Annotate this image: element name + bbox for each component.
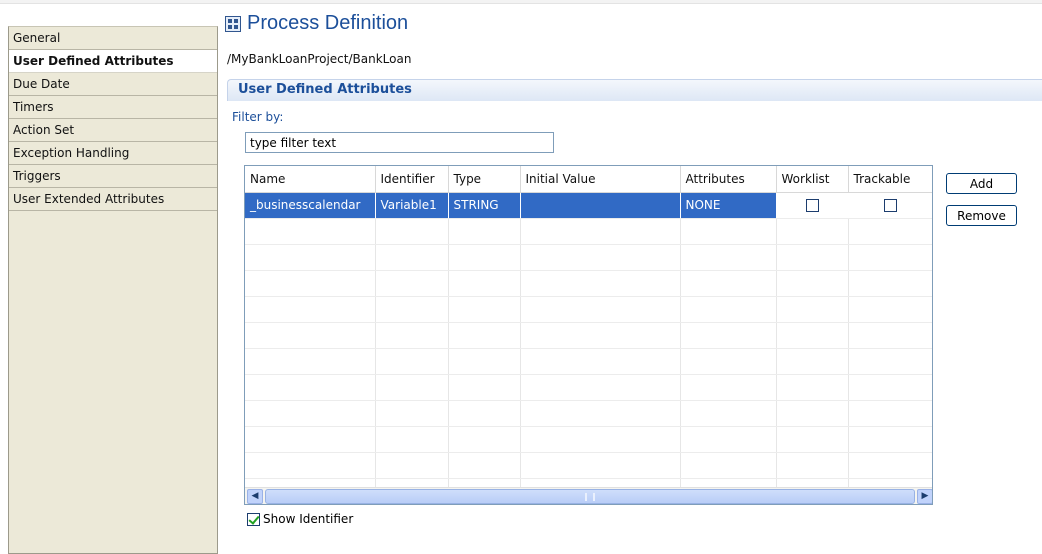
empty-row (245, 244, 932, 271)
tab-action-set[interactable]: Action Set (9, 119, 217, 142)
tab-user-defined-attributes[interactable]: User Defined Attributes (9, 50, 217, 73)
empty-row (245, 374, 932, 401)
show-identifier-label: Show Identifier (263, 512, 354, 526)
title-row: Process Definition (225, 12, 408, 35)
cell-type[interactable]: STRING (448, 192, 521, 219)
cell-initial-value[interactable] (520, 192, 681, 219)
cell-attributes[interactable]: NONE (680, 192, 777, 219)
show-identifier-checkbox[interactable] (247, 512, 260, 526)
tab-user-extended-attributes[interactable]: User Extended Attributes (9, 188, 217, 211)
column-header-trackable[interactable]: Trackable (848, 166, 932, 193)
table-row[interactable]: _businesscalendar Variable1 STRING NONE (245, 192, 932, 219)
cell-name[interactable]: _businesscalendar (245, 192, 376, 219)
column-header-initial-value[interactable]: Initial Value (520, 166, 681, 193)
tab-triggers[interactable]: Triggers (9, 165, 217, 188)
tab-exception-handling[interactable]: Exception Handling (9, 142, 217, 165)
attributes-table: Name Identifier Type Initial Value Attri… (244, 165, 933, 505)
section-title: User Defined Attributes (238, 82, 412, 97)
empty-row (245, 322, 932, 349)
process-definition-icon (225, 15, 241, 32)
column-header-type[interactable]: Type (448, 166, 521, 193)
cell-identifier[interactable]: Variable1 (375, 192, 449, 219)
empty-row (245, 348, 932, 375)
table-header-row: Name Identifier Type Initial Value Attri… (245, 166, 932, 193)
page-title: Process Definition (247, 12, 409, 34)
tab-general[interactable]: General (9, 27, 217, 50)
column-header-worklist[interactable]: Worklist (776, 166, 849, 193)
worklist-checkbox[interactable] (805, 199, 819, 212)
empty-row (245, 426, 932, 453)
empty-row (245, 218, 932, 245)
empty-row (245, 296, 932, 323)
empty-row (245, 400, 932, 427)
tab-due-date[interactable]: Due Date (9, 73, 217, 96)
remove-button[interactable]: Remove (946, 205, 1017, 226)
show-identifier-option[interactable]: Show Identifier (247, 512, 353, 526)
column-header-attributes[interactable]: Attributes (680, 166, 777, 193)
empty-row (245, 452, 932, 479)
property-tabs: General User Defined Attributes Due Date… (8, 26, 218, 554)
column-header-name[interactable]: Name (245, 166, 376, 193)
scroll-left-icon[interactable]: ◀ (247, 489, 263, 504)
cell-trackable[interactable] (848, 192, 932, 219)
filter-label: Filter by: (232, 110, 284, 124)
scroll-right-icon[interactable]: ▶ (917, 489, 932, 504)
scrollbar-thumb[interactable] (265, 489, 915, 504)
breadcrumb-path: /MyBankLoanProject/BankLoan (227, 52, 412, 66)
filter-input[interactable] (245, 132, 554, 153)
tab-timers[interactable]: Timers (9, 96, 217, 119)
empty-row (245, 270, 932, 297)
page-header: Process Definition (221, 4, 1042, 52)
trackable-checkbox[interactable] (883, 199, 897, 212)
section-header: User Defined Attributes (227, 79, 1042, 101)
cell-worklist[interactable] (776, 192, 849, 219)
add-button[interactable]: Add (946, 173, 1017, 194)
horizontal-scrollbar[interactable]: ◀ ▶ (245, 487, 932, 504)
column-header-identifier[interactable]: Identifier (375, 166, 449, 193)
